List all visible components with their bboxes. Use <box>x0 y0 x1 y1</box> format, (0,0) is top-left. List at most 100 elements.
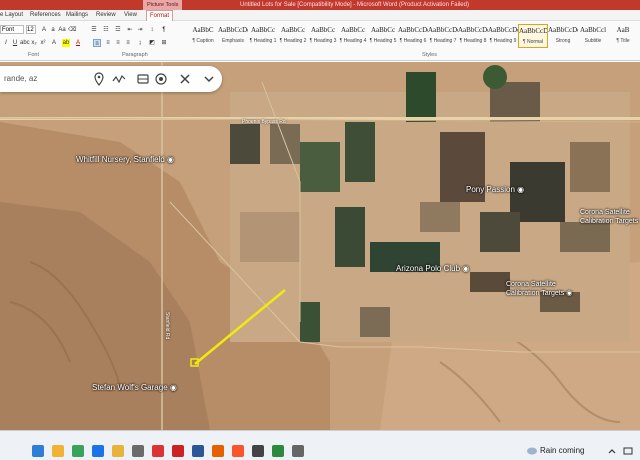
subscript-icon[interactable]: x₂ <box>30 39 38 47</box>
poi-whitfill-nursery[interactable]: Whitfill Nursery, Stanfield ◉ <box>76 155 174 165</box>
style-tile[interactable]: AaBbCcDc ¶ Heading 7 <box>428 24 458 48</box>
style-tile[interactable]: AaBbCc ¶ Heading 1 <box>248 24 278 48</box>
highlight-icon[interactable]: ab <box>62 39 70 47</box>
sort-icon[interactable]: ↕ <box>148 26 156 34</box>
style-sample: AaB <box>616 26 630 34</box>
style-tile[interactable]: AaB ¶ Title <box>608 24 638 48</box>
style-name: ¶ Heading 4 <box>339 38 367 44</box>
pills-icon[interactable] <box>178 72 192 86</box>
brave-icon[interactable] <box>232 445 244 457</box>
style-tile[interactable]: AaBbCcDc ¶ Normal <box>518 24 548 48</box>
change-case-icon[interactable]: Aa <box>58 26 66 34</box>
bullets-icon[interactable]: ☰ <box>90 26 98 34</box>
style-tile[interactable]: AaBbCcDc ¶ Heading 8 <box>458 24 488 48</box>
style-sample: AaBbCcl <box>579 26 607 34</box>
clear-formatting-icon[interactable]: ⌫ <box>68 26 76 34</box>
poi-label: Corona Satellite Calibration Targets <box>506 281 565 297</box>
style-tile[interactable]: AaBbCcl Subtitle <box>578 24 608 48</box>
search-icon[interactable] <box>52 445 64 457</box>
style-name: ¶ Heading 2 <box>279 38 307 44</box>
align-center-icon[interactable]: ≡ <box>104 39 112 47</box>
tab-mailings[interactable]: Mailings <box>66 10 88 21</box>
font-size-box[interactable]: 12 <box>26 25 36 34</box>
shrink-font-icon[interactable]: a <box>49 26 57 34</box>
pdf-icon[interactable] <box>172 445 184 457</box>
font-group-label: Font <box>28 52 40 58</box>
calendar-icon[interactable] <box>152 445 164 457</box>
hotel-icon[interactable] <box>154 72 168 86</box>
poi-corona-satellite-1[interactable]: Corona Satellite Calibration Targets <box>580 208 638 226</box>
font-name-box[interactable]: Font <box>0 25 24 34</box>
line-spacing-icon[interactable]: ↨ <box>136 39 144 47</box>
word-title-bar: Picture Tools Untitled Lots for Sale [Co… <box>0 0 640 10</box>
superscript-icon[interactable]: x² <box>39 39 47 47</box>
style-tile[interactable]: AaBbC ¶ Caption <box>188 24 218 48</box>
style-sample: AaBbCcDc <box>398 26 428 34</box>
shading-icon[interactable]: ◩ <box>148 39 156 47</box>
edge-icon[interactable] <box>92 445 104 457</box>
style-name: ¶ Heading 6 <box>399 38 427 44</box>
style-tile[interactable]: AaBbCc ¶ Heading 2 <box>278 24 308 48</box>
poi-pin-icon: ◉ <box>462 264 470 273</box>
app-icon[interactable] <box>132 445 144 457</box>
font-color-icon[interactable]: A <box>74 39 82 47</box>
poi-stefan-wolfs-garage[interactable]: Stefan Wolf's Garage ◉ <box>92 383 177 393</box>
poi-label: Corona Satellite Calibration Targets <box>580 209 639 225</box>
poi-corona-satellite-2[interactable]: Corona Satellite Calibration Targets ◉ <box>506 280 572 298</box>
location-pin-icon[interactable] <box>92 72 106 86</box>
justify-icon[interactable]: ≡ <box>124 39 132 47</box>
style-tile[interactable]: AaBbCc ¶ Heading 3 <box>308 24 338 48</box>
bus-icon[interactable] <box>136 72 150 86</box>
weather-status[interactable]: Rain coming <box>540 446 584 456</box>
chrome-icon[interactable] <box>72 445 84 457</box>
style-sample: AaBbC <box>192 26 214 34</box>
chevron-up-icon[interactable] <box>606 445 618 457</box>
calculator-icon[interactable] <box>252 445 264 457</box>
satellite-map[interactable]: Phoenix Bypass Rd Stanfield Rd Whitfill … <box>0 62 640 430</box>
borders-icon[interactable]: ⊞ <box>160 39 168 47</box>
trend-icon[interactable] <box>112 72 126 86</box>
style-tile[interactable]: AaBbCcDc ¶ Heading 6 <box>398 24 428 48</box>
style-tile[interactable]: AaBbCcDc ¶ Heading 9 <box>488 24 518 48</box>
style-tile[interactable]: AaBbCc ¶ Heading 4 <box>338 24 368 48</box>
multilevel-list-icon[interactable]: ☲ <box>114 26 122 34</box>
tab-references[interactable]: References <box>30 10 61 21</box>
window-title: Untitled Lots for Sale [Compatibility Mo… <box>240 2 469 8</box>
text-effects-icon[interactable]: A <box>50 39 58 47</box>
weather-cloud-icon[interactable] <box>526 445 538 457</box>
tab-page-layout[interactable]: e Layout <box>0 10 23 21</box>
firefox-icon[interactable] <box>212 445 224 457</box>
chevron-down-icon[interactable] <box>202 72 216 86</box>
style-name: ¶ Heading 5 <box>369 38 397 44</box>
style-sample: AaBbCc <box>340 26 366 34</box>
poi-pony-passion[interactable]: Pony Passion ◉ <box>466 185 524 195</box>
poi-label: Arizona Polo Club <box>396 264 461 273</box>
align-left-icon[interactable]: ≡ <box>93 39 101 47</box>
copilot-icon[interactable] <box>32 445 44 457</box>
strikethrough-icon[interactable]: abc <box>20 39 30 47</box>
italic-icon[interactable]: I <box>2 39 10 47</box>
style-tile[interactable]: AaBbCcDd Strong <box>548 24 578 48</box>
shield-icon[interactable] <box>272 445 284 457</box>
style-tile[interactable]: AaBbCcDc Emphasis <box>218 24 248 48</box>
tab-view[interactable]: View <box>124 10 137 21</box>
poi-arizona-polo-club[interactable]: Arizona Polo Club ◉ <box>396 264 469 274</box>
increase-indent-icon[interactable]: ⇥ <box>136 26 144 34</box>
word-icon[interactable] <box>192 445 204 457</box>
style-sample: AaBbCcDc <box>519 27 547 35</box>
file-explorer-icon[interactable] <box>112 445 124 457</box>
grow-font-icon[interactable]: A <box>40 26 48 34</box>
tab-review[interactable]: Review <box>96 10 116 21</box>
app-icon-2[interactable] <box>292 445 304 457</box>
numbering-icon[interactable]: ☷ <box>102 26 110 34</box>
search-input[interactable]: rande, az <box>4 66 37 92</box>
show-marks-icon[interactable]: ¶ <box>160 26 168 34</box>
network-icon[interactable] <box>622 445 634 457</box>
style-tile[interactable]: AaBbCc ¶ Heading 5 <box>368 24 398 48</box>
styles-group-label: Styles <box>422 52 437 58</box>
style-name: ¶ Heading 8 <box>459 38 487 44</box>
road-label: Phoenix Bypass Rd <box>242 119 286 125</box>
decrease-indent-icon[interactable]: ⇤ <box>126 26 134 34</box>
align-right-icon[interactable]: ≡ <box>114 39 122 47</box>
underline-icon[interactable]: U <box>11 39 19 47</box>
